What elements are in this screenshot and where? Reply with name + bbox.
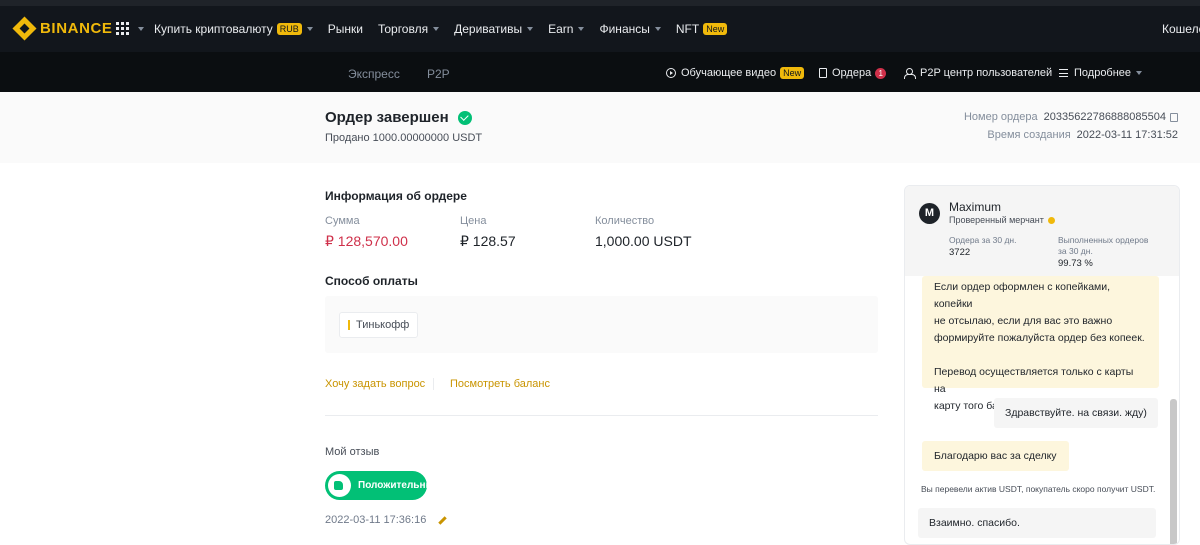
- review-date: 2022-03-11 17:36:16: [325, 514, 448, 526]
- more-menu[interactable]: Подробнее: [1059, 67, 1143, 79]
- chevron-down-icon: [578, 27, 585, 31]
- wallet-menu[interactable]: Кошеле: [1162, 22, 1200, 36]
- logo-text: BINANCE: [40, 20, 113, 37]
- order-status-title: Ордер завершен: [325, 109, 472, 126]
- tutorial-video-link[interactable]: Обучающее видео New: [666, 67, 805, 79]
- verified-merchant-label: Проверенный мерчант: [949, 215, 1055, 225]
- merchant-name[interactable]: Maximum: [949, 200, 1001, 214]
- nav-item-markets[interactable]: Рынки: [328, 22, 363, 36]
- chat-message-incoming: Благодарю вас за сделку: [922, 441, 1069, 471]
- chevron-down-icon: [306, 27, 313, 31]
- chat-message-outgoing: Здравствуйте. на связи. жду): [994, 398, 1158, 428]
- nav-item-buy-crypto[interactable]: Купить криптовалюту RUB: [154, 22, 313, 36]
- p2p-subnav: Экспресс P2P Обучающее видео New Ордера …: [0, 52, 1200, 92]
- review-label: Мой отзыв: [325, 446, 380, 458]
- chat-message-incoming: Если ордер оформлен с копейками, копейки…: [922, 276, 1159, 412]
- divider: [325, 415, 878, 416]
- ask-question-link[interactable]: Хочу задать вопрос: [325, 378, 425, 390]
- quantity-value: 1,000.00 USDT: [595, 233, 692, 249]
- link-divider: [433, 378, 434, 390]
- nav-item-finance[interactable]: Финансы: [599, 22, 661, 36]
- apps-grid-icon[interactable]: [116, 22, 129, 35]
- new-badge: New: [780, 67, 805, 79]
- order-number: 20335622786888085504: [1043, 111, 1166, 123]
- payment-method-title: Способ оплаты: [325, 274, 418, 288]
- order-summary: Продано 1000.00000000 USDT: [325, 132, 483, 144]
- play-icon: [666, 68, 676, 78]
- user-center-link[interactable]: P2P центр пользователей: [904, 67, 1052, 79]
- tab-p2p[interactable]: P2P: [427, 67, 450, 81]
- thumbs-up-icon: [328, 474, 351, 497]
- chat-scrollbar[interactable]: [1170, 399, 1177, 544]
- copy-icon[interactable]: [1170, 112, 1178, 122]
- currency-badge: RUB: [276, 23, 302, 35]
- binance-logo[interactable]: BINANCE: [12, 16, 113, 41]
- payment-method-box: Тинькофф: [325, 296, 878, 353]
- top-navigation: BINANCE Купить криптовалюту RUB Рынки То…: [0, 0, 1200, 52]
- price-value: ₽ 128.57: [460, 233, 516, 249]
- chevron-down-icon: [138, 27, 144, 31]
- nav-item-trade[interactable]: Торговля: [378, 22, 440, 36]
- chat-message-outgoing: Взаимно. спасибо.: [918, 508, 1156, 538]
- nav-item-derivatives[interactable]: Деривативы: [454, 22, 534, 36]
- binance-logo-icon: [12, 16, 37, 41]
- merchant-info: M Maximum Проверенный мерчант Ордера за …: [905, 186, 1179, 276]
- quantity-label: Количество: [595, 215, 655, 227]
- price-label: Цена: [460, 215, 487, 227]
- document-icon: [819, 68, 827, 78]
- payment-method-tag[interactable]: Тинькофф: [339, 312, 419, 338]
- edit-icon[interactable]: [438, 515, 448, 525]
- chevron-down-icon: [1136, 71, 1143, 75]
- system-notification: Вы перевели актив USDT, покупатель скоро…: [921, 484, 1156, 494]
- avatar: M: [919, 203, 940, 224]
- users-icon: [904, 68, 916, 79]
- amount-label: Сумма: [325, 215, 360, 227]
- new-badge: New: [703, 23, 728, 35]
- order-number-row: Номер ордера 20335622786888085504: [964, 111, 1178, 123]
- verified-badge-icon: [1047, 216, 1055, 224]
- completion-rate-value: 99.73 %: [1058, 258, 1093, 269]
- amount-value: ₽ 128,570.00: [325, 233, 408, 249]
- chat-panel: M Maximum Проверенный мерчант Ордера за …: [904, 185, 1180, 545]
- orders-30d-label: Ордера за 30 дн.: [949, 235, 1017, 245]
- tab-express[interactable]: Экспресс: [348, 67, 400, 81]
- view-balance-link[interactable]: Посмотреть баланс: [450, 378, 550, 390]
- orders-link[interactable]: Ордера 1: [819, 67, 887, 79]
- nav-item-earn[interactable]: Earn: [548, 22, 585, 36]
- chevron-down-icon: [433, 27, 440, 31]
- completion-label: Выполненных ордеров за 30 дн.: [1058, 235, 1149, 256]
- order-info-title: Информация об ордере: [325, 189, 467, 203]
- created-time-row: Время создания 2022-03-11 17:31:52: [987, 129, 1178, 141]
- orders-30d-value: 3722: [949, 247, 971, 258]
- chevron-down-icon: [527, 27, 534, 31]
- main-nav: Купить криптовалюту RUB Рынки Торговля Д…: [154, 22, 742, 36]
- menu-icon: [1059, 69, 1068, 77]
- positive-review-button[interactable]: Положительный: [325, 471, 427, 500]
- nav-item-nft[interactable]: NFT New: [676, 22, 728, 36]
- created-time: 2022-03-11 17:31:52: [1076, 129, 1178, 141]
- order-header: Ордер завершен Продано 1000.00000000 USD…: [0, 92, 1200, 163]
- orders-count-badge: 1: [875, 67, 887, 79]
- chevron-down-icon: [654, 27, 661, 31]
- check-circle-icon: [457, 110, 472, 125]
